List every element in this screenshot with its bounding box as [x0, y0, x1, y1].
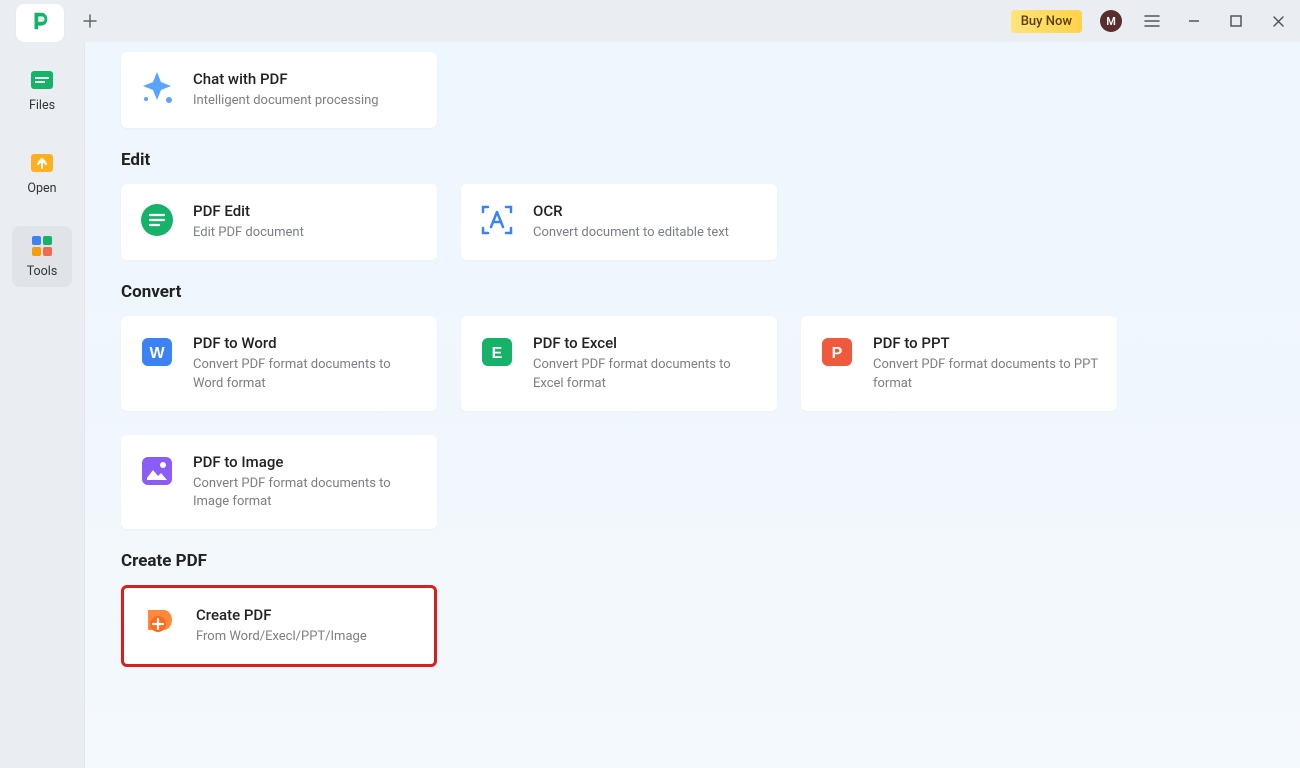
- pdf-image-icon: [139, 453, 175, 489]
- card-text: PDF to Image Convert PDF format document…: [193, 453, 419, 511]
- tools-icon: [28, 234, 56, 258]
- sidebar-item-files[interactable]: Files: [12, 60, 72, 121]
- buy-now-button[interactable]: Buy Now: [1011, 10, 1082, 33]
- card-desc: Edit PDF document: [193, 224, 304, 242]
- card-ocr[interactable]: OCR Convert document to editable text: [461, 184, 777, 260]
- ai-section-row: Chat with PDF Intelligent document proce…: [121, 52, 1264, 128]
- user-avatar[interactable]: M: [1100, 10, 1122, 32]
- minimize-button[interactable]: [1182, 9, 1206, 33]
- ocr-icon: [479, 202, 515, 238]
- card-title: Create PDF: [196, 606, 367, 624]
- card-pdf-to-word[interactable]: W PDF to Word Convert PDF format documen…: [121, 316, 437, 410]
- card-pdf-to-excel[interactable]: E PDF to Excel Convert PDF format docume…: [461, 316, 777, 410]
- card-desc: Convert PDF format documents to Word for…: [193, 356, 419, 392]
- card-pdf-to-image[interactable]: PDF to Image Convert PDF format document…: [121, 435, 437, 529]
- svg-text:W: W: [149, 345, 165, 362]
- section-heading-convert: Convert: [121, 282, 1264, 302]
- pdf-word-icon: W: [139, 334, 175, 370]
- card-desc: Convert document to editable text: [533, 224, 729, 242]
- titlebar-left: [0, 0, 110, 42]
- maximize-button[interactable]: [1224, 9, 1248, 33]
- pdf-excel-icon: E: [479, 334, 515, 370]
- menu-icon[interactable]: [1140, 9, 1164, 33]
- content-area: Chat with PDF Intelligent document proce…: [84, 42, 1300, 768]
- card-title: PDF to Excel: [533, 334, 759, 352]
- card-desc: Convert PDF format documents to Image fo…: [193, 475, 419, 511]
- card-text: Create PDF From Word/Execl/PPT/Image: [196, 606, 367, 646]
- app-tab[interactable]: [16, 4, 64, 42]
- app-logo-icon: [29, 10, 51, 36]
- pdf-edit-icon: [139, 202, 175, 238]
- svg-text:P: P: [832, 345, 843, 362]
- close-button[interactable]: [1266, 9, 1290, 33]
- sidebar-item-label: Open: [27, 181, 56, 196]
- avatar-letter: M: [1106, 15, 1116, 28]
- titlebar: Buy Now M: [0, 0, 1300, 42]
- section-heading-create: Create PDF: [121, 551, 1264, 571]
- card-title: PDF to PPT: [873, 334, 1099, 352]
- edit-section-row: PDF Edit Edit PDF document OCR Convert d…: [121, 184, 1264, 260]
- pdf-ppt-icon: P: [819, 334, 855, 370]
- card-text: Chat with PDF Intelligent document proce…: [193, 70, 379, 110]
- convert-section-row: W PDF to Word Convert PDF format documen…: [121, 316, 1264, 529]
- create-section-row: Create PDF From Word/Execl/PPT/Image: [121, 585, 1264, 667]
- card-title: OCR: [533, 202, 729, 220]
- card-title: PDF Edit: [193, 202, 304, 220]
- card-title: Chat with PDF: [193, 70, 379, 88]
- card-pdf-edit[interactable]: PDF Edit Edit PDF document: [121, 184, 437, 260]
- titlebar-right: Buy Now M: [1011, 9, 1290, 33]
- card-text: PDF Edit Edit PDF document: [193, 202, 304, 242]
- card-title: PDF to Image: [193, 453, 419, 471]
- card-text: PDF to Excel Convert PDF format document…: [533, 334, 759, 392]
- card-text: PDF to PPT Convert PDF format documents …: [873, 334, 1099, 392]
- svg-text:E: E: [492, 345, 503, 362]
- card-desc: Intelligent document processing: [193, 92, 379, 110]
- card-title: PDF to Word: [193, 334, 419, 352]
- sidebar-item-tools[interactable]: Tools: [12, 226, 72, 287]
- card-pdf-to-ppt[interactable]: P PDF to PPT Convert PDF format document…: [801, 316, 1117, 410]
- open-icon: [28, 151, 56, 175]
- card-create-pdf[interactable]: Create PDF From Word/Execl/PPT/Image: [121, 585, 437, 667]
- card-desc: From Word/Execl/PPT/Image: [196, 628, 367, 646]
- files-icon: [28, 68, 56, 92]
- shell: Files Open Tools: [0, 42, 1300, 768]
- sidebar-item-label: Tools: [27, 264, 58, 279]
- card-chat-with-pdf[interactable]: Chat with PDF Intelligent document proce…: [121, 52, 437, 128]
- card-text: PDF to Word Convert PDF format documents…: [193, 334, 419, 392]
- card-desc: Convert PDF format documents to PPT form…: [873, 356, 1099, 392]
- create-pdf-icon: [142, 606, 178, 642]
- card-text: OCR Convert document to editable text: [533, 202, 729, 242]
- sidebar: Files Open Tools: [0, 42, 84, 768]
- new-tab-button[interactable]: [70, 2, 110, 40]
- section-heading-edit: Edit: [121, 150, 1264, 170]
- sidebar-item-open[interactable]: Open: [12, 143, 72, 204]
- chat-pdf-icon: [139, 70, 175, 106]
- card-desc: Convert PDF format documents to Excel fo…: [533, 356, 759, 392]
- sidebar-item-label: Files: [29, 98, 55, 113]
